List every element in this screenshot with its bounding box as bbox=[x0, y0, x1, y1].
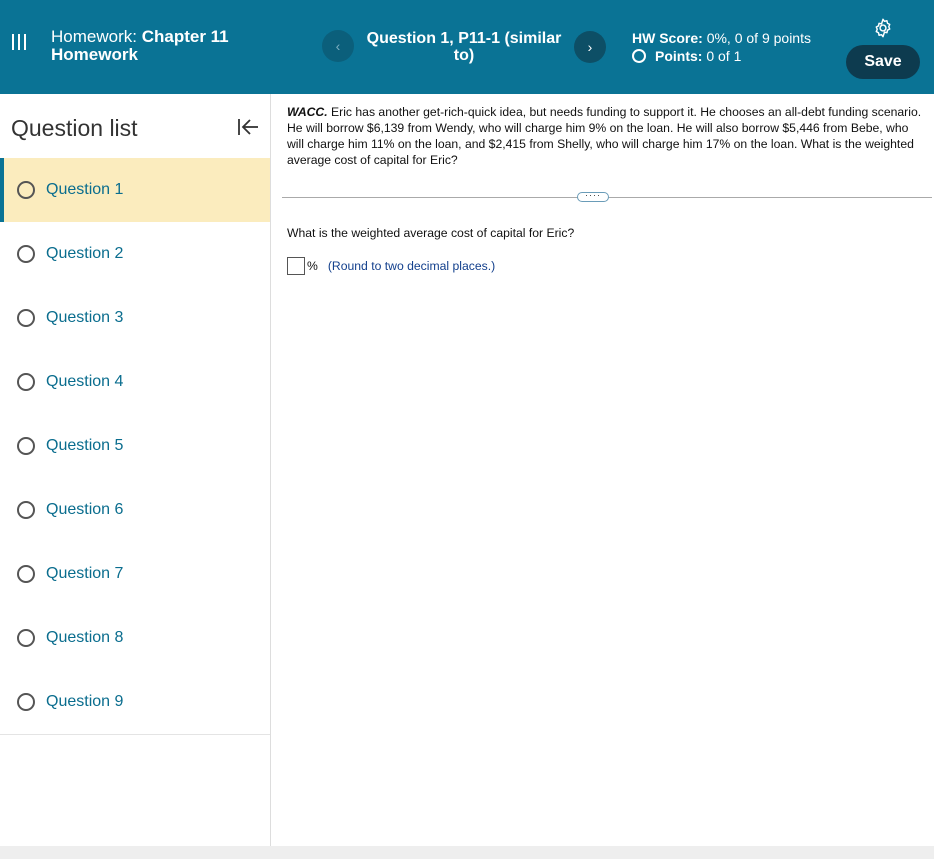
gear-icon[interactable] bbox=[872, 17, 894, 39]
problem-tag: WACC. bbox=[287, 105, 328, 119]
ellipsis-icon: ···· bbox=[585, 190, 601, 200]
homework-title: Homework: Chapter 11 Homework bbox=[51, 28, 229, 64]
chevron-left-icon: ‹ bbox=[335, 38, 341, 54]
question-list-item-8[interactable]: Question 8 bbox=[0, 606, 270, 670]
question-list-item-5[interactable]: Question 5 bbox=[0, 414, 270, 478]
answer-unit: % bbox=[307, 259, 318, 273]
question-list-item-9[interactable]: Question 9 bbox=[0, 670, 270, 734]
hw-score-label: HW Score: bbox=[632, 30, 703, 46]
homework-name-line2: Homework bbox=[51, 45, 138, 64]
question-list-item-3[interactable]: Question 3 bbox=[0, 286, 270, 350]
question-list-item-label: Question 3 bbox=[46, 309, 124, 326]
top-bar: Homework: Chapter 11 Homework ‹ Question… bbox=[0, 0, 934, 94]
question-list-item-1[interactable]: Question 1 bbox=[0, 158, 270, 222]
question-status-icon bbox=[17, 373, 35, 391]
question-list-item-label: Question 8 bbox=[46, 629, 124, 646]
question-list-item-2[interactable]: Question 2 bbox=[0, 222, 270, 286]
question-list-item-label: Question 2 bbox=[46, 245, 124, 262]
question-status-icon bbox=[17, 501, 35, 519]
answer-row: % (Round to two decimal places.) bbox=[287, 257, 495, 275]
question-list-item-label: Question 5 bbox=[46, 437, 124, 454]
bottom-bar bbox=[0, 846, 934, 859]
question-status-icon bbox=[17, 629, 35, 647]
hamburger-icon[interactable] bbox=[12, 34, 26, 52]
question-list-item-label: Question 4 bbox=[46, 373, 124, 390]
question-list-item-4[interactable]: Question 4 bbox=[0, 350, 270, 414]
question-status-icon bbox=[17, 693, 35, 711]
score-panel: HW Score: 0%, 0 of 9 points Points: 0 of… bbox=[632, 29, 811, 65]
question-list-item-label: Question 7 bbox=[46, 565, 124, 582]
question-list-item-7[interactable]: Question 7 bbox=[0, 542, 270, 606]
question-status-icon bbox=[17, 565, 35, 583]
homework-name-line1: Chapter 11 bbox=[141, 27, 229, 46]
question-status-icon bbox=[17, 245, 35, 263]
answer-input[interactable] bbox=[287, 257, 305, 275]
save-button[interactable]: Save bbox=[846, 45, 920, 79]
question-status-icon bbox=[17, 437, 35, 455]
problem-text: Eric has another get-rich-quick idea, bu… bbox=[287, 105, 922, 167]
next-question-button[interactable]: › bbox=[574, 31, 606, 63]
hw-score-value: 0%, 0 of 9 points bbox=[706, 30, 811, 46]
points-label: Points: bbox=[655, 48, 703, 64]
collapse-left-icon[interactable] bbox=[236, 116, 260, 138]
homework-label: Homework: bbox=[51, 27, 137, 46]
question-status-icon bbox=[17, 309, 35, 327]
points-value: 0 of 1 bbox=[706, 48, 742, 64]
question-list-sidebar: Question list Question 1 Question 2 Ques… bbox=[0, 94, 271, 846]
question-list-item-label: Question 1 bbox=[46, 181, 124, 198]
question-list-item-label: Question 6 bbox=[46, 501, 124, 518]
question-list-item-6[interactable]: Question 6 bbox=[0, 478, 270, 542]
question-list-title: Question list bbox=[11, 115, 138, 141]
previous-question-button[interactable]: ‹ bbox=[322, 30, 354, 62]
question-status-icon bbox=[17, 181, 35, 199]
points-status-icon bbox=[632, 49, 646, 63]
problem-statement: WACC. Eric has another get-rich-quick id… bbox=[287, 104, 927, 168]
question-title: Question 1, P11-1 (similar to) bbox=[366, 30, 562, 64]
question-list-item-label: Question 9 bbox=[46, 693, 124, 710]
chevron-right-icon: › bbox=[587, 39, 593, 55]
expand-more-button[interactable]: ···· bbox=[577, 190, 609, 202]
answer-hint: (Round to two decimal places.) bbox=[327, 259, 496, 273]
problem-paragraph: WACC. Eric has another get-rich-quick id… bbox=[287, 104, 927, 168]
question-prompt: What is the weighted average cost of cap… bbox=[287, 226, 575, 240]
sidebar-divider bbox=[0, 734, 270, 735]
